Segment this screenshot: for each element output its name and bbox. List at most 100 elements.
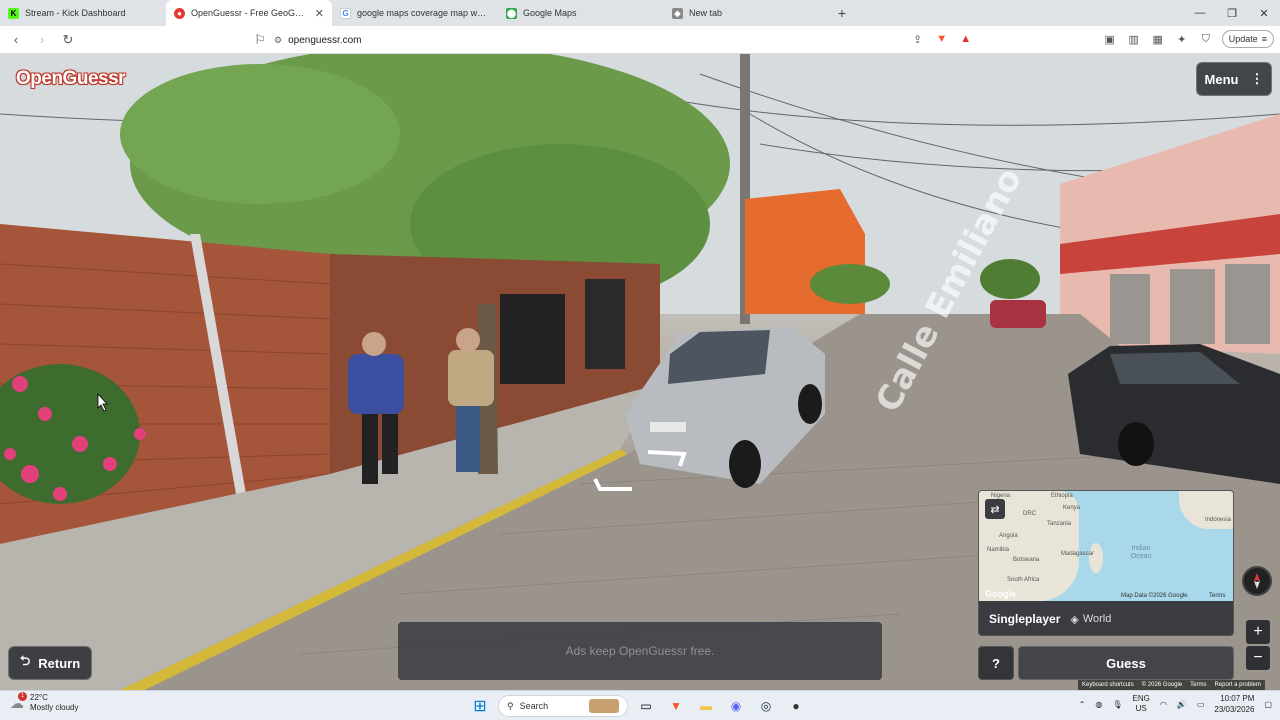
- notification-badge: 1: [18, 691, 27, 701]
- brave-browser-icon[interactable]: ▼: [664, 694, 688, 718]
- red-car: [990, 300, 1046, 328]
- guess-minimap[interactable]: Nigeria Ethiopia Kenya DRC Tanzania Ango…: [979, 491, 1233, 601]
- tab-search-icon[interactable]: ▣: [1102, 31, 1118, 47]
- map-resize-toggle[interactable]: ⇄: [985, 499, 1005, 519]
- taskbar-apps: ⊞ ⚲ Search ▭ ▼ ▬ ◉ ◎ ●: [468, 694, 808, 718]
- windows-start-icon[interactable]: ⊞: [468, 694, 492, 718]
- tab-openguessr[interactable]: ● OpenGuessr - Free GeoGuess ✕: [166, 0, 332, 26]
- tab-title: Google Maps: [523, 8, 577, 18]
- task-view-icon[interactable]: ▭: [634, 694, 658, 718]
- game-mode-bar: Singleplayer ◈ World: [979, 601, 1233, 635]
- brave-shields-icon[interactable]: ▼: [934, 31, 950, 47]
- help-button[interactable]: ?: [978, 646, 1014, 680]
- obs-icon[interactable]: ●: [784, 694, 808, 718]
- battery-icon[interactable]: ▭: [1197, 700, 1205, 709]
- forward-icon[interactable]: ›: [32, 30, 52, 50]
- reload-icon[interactable]: ↻: [58, 30, 78, 50]
- temperature: 22°C: [30, 693, 48, 702]
- menu-button[interactable]: Menu ⋮: [1196, 62, 1272, 96]
- language-code: ENG: [1132, 694, 1150, 703]
- site-info-icon[interactable]: ⚙: [274, 35, 282, 46]
- keyboard-shortcuts-link[interactable]: Keyboard shortcuts: [1078, 682, 1138, 688]
- wifi-icon[interactable]: ◠: [1160, 700, 1167, 709]
- zoom-in-button[interactable]: +: [1246, 620, 1270, 644]
- tab-title: OpenGuessr - Free GeoGuess: [191, 8, 309, 18]
- window-controls: — ❐ ✕: [1184, 0, 1280, 26]
- tab-kick-dashboard[interactable]: K Stream - Kick Dashboard: [0, 0, 166, 26]
- game-mode-label: Singleplayer: [989, 612, 1061, 626]
- tab-new-tab[interactable]: ◆ New tab: [664, 0, 830, 26]
- close-tab-icon[interactable]: ✕: [315, 7, 324, 20]
- notifications-icon[interactable]: ▢: [1264, 700, 1272, 709]
- brave-rewards-icon[interactable]: ▲: [958, 31, 974, 47]
- openguessr-logo[interactable]: OpenGuessr: [16, 68, 126, 90]
- compass-needle: [1254, 573, 1260, 589]
- microphone-icon[interactable]: 🎙: [1112, 700, 1122, 709]
- map-terms-link[interactable]: Terms: [1209, 593, 1225, 599]
- volume-icon[interactable]: 🔊: [1177, 700, 1187, 709]
- minimize-icon[interactable]: —: [1184, 0, 1216, 26]
- bookmark-icon[interactable]: ⚐: [250, 30, 270, 50]
- region-label: World: [1082, 613, 1112, 625]
- address-bar[interactable]: ⚙ openguessr.com: [274, 30, 994, 50]
- map-label-angola: Angola: [999, 533, 1018, 539]
- map-label-south-africa: South Africa: [1007, 577, 1040, 583]
- map-label-madagascar: Madagascar: [1061, 551, 1095, 557]
- update-label: Update: [1228, 34, 1258, 44]
- street-view-panorama[interactable]: Calle Emiliano OpenGuessr Menu ⋮ ⮌ Retur…: [0, 54, 1280, 690]
- weather-widget[interactable]: ☁ 1 22°C Mostly cloudy: [10, 691, 79, 713]
- vpn-icon[interactable]: ⛉: [1198, 31, 1214, 47]
- close-window-icon[interactable]: ✕: [1248, 0, 1280, 26]
- system-tray: ⌃ ◍ 🎙 ENG US ◠ 🔊 ▭ 10:07 PM 23/03/2026 ▢: [1079, 693, 1272, 715]
- language-indicator[interactable]: ENG US: [1133, 694, 1150, 714]
- tray-app-icon[interactable]: ◍: [1095, 700, 1102, 709]
- guess-map-panel: Nigeria Ethiopia Kenya DRC Tanzania Ango…: [978, 490, 1234, 636]
- map-label-drc: DRC: [1023, 511, 1036, 517]
- discord-icon[interactable]: ◉: [724, 694, 748, 718]
- report-problem-link[interactable]: Report a problem: [1211, 682, 1265, 688]
- brave-icon: ◆: [672, 7, 683, 19]
- weather-condition: Mostly cloudy: [30, 703, 79, 712]
- openguessr-icon: ●: [174, 7, 185, 19]
- restore-icon[interactable]: ❐: [1216, 0, 1248, 26]
- return-label: Return: [38, 655, 81, 671]
- swap-arrows-icon: ⇄: [990, 503, 1000, 516]
- menu-label: Menu: [1204, 71, 1239, 87]
- clock-date: 23/03/2026: [1214, 705, 1255, 714]
- update-button[interactable]: Update ≡: [1221, 30, 1274, 48]
- zoom-out-button[interactable]: −: [1246, 646, 1270, 670]
- steam-icon[interactable]: ◎: [754, 694, 778, 718]
- clock[interactable]: 10:07 PM 23/03/2026: [1214, 693, 1254, 715]
- leo-ai-icon[interactable]: ✦: [1174, 31, 1190, 47]
- back-icon[interactable]: ‹: [6, 30, 26, 50]
- taskbar-search[interactable]: ⚲ Search: [498, 695, 628, 717]
- map-label-tanzania: Tanzania: [1047, 521, 1072, 527]
- sidebar-icon[interactable]: ▥: [1126, 31, 1142, 47]
- return-button[interactable]: ⮌ Return: [8, 646, 92, 680]
- kebab-menu-icon: ⋮: [1250, 71, 1264, 86]
- map-label-indian-ocean: Indian Ocean: [1130, 545, 1152, 560]
- region-selector[interactable]: ◈ World: [1070, 613, 1111, 626]
- url-text: openguessr.com: [288, 34, 362, 46]
- guess-button[interactable]: Guess: [1018, 646, 1234, 680]
- new-tab-button[interactable]: +: [830, 0, 854, 26]
- map-label-namibia: Namibia: [987, 547, 1010, 553]
- keyboard-region: US: [1135, 704, 1147, 713]
- file-explorer-icon[interactable]: ▬: [694, 694, 718, 718]
- google-search-icon: G: [340, 7, 351, 19]
- wallet-icon[interactable]: ▦: [1150, 31, 1166, 47]
- compass-icon[interactable]: [1242, 566, 1272, 596]
- browser-tab-strip: K Stream - Kick Dashboard ● OpenGuessr -…: [0, 0, 1280, 26]
- search-icon: ⚲: [507, 700, 514, 711]
- map-data-attribution: Map Data ©2026 Google: [1121, 593, 1188, 599]
- google-footer: Keyboard shortcuts © 2026 Google Terms R…: [1078, 680, 1265, 690]
- hamburger-icon: ≡: [1261, 34, 1267, 44]
- tray-overflow-icon[interactable]: ⌃: [1079, 700, 1086, 709]
- tab-google-search[interactable]: G google maps coverage map world -: [332, 0, 498, 26]
- ad-placeholder: Ads keep OpenGuessr free.: [398, 622, 882, 680]
- map-label-kenya: Kenya: [1063, 505, 1081, 511]
- tab-google-maps[interactable]: ⬤ Google Maps: [498, 0, 664, 26]
- tab-title: Stream - Kick Dashboard: [25, 8, 126, 18]
- share-icon[interactable]: ⇪: [910, 31, 926, 47]
- footer-terms-link[interactable]: Terms: [1186, 682, 1210, 688]
